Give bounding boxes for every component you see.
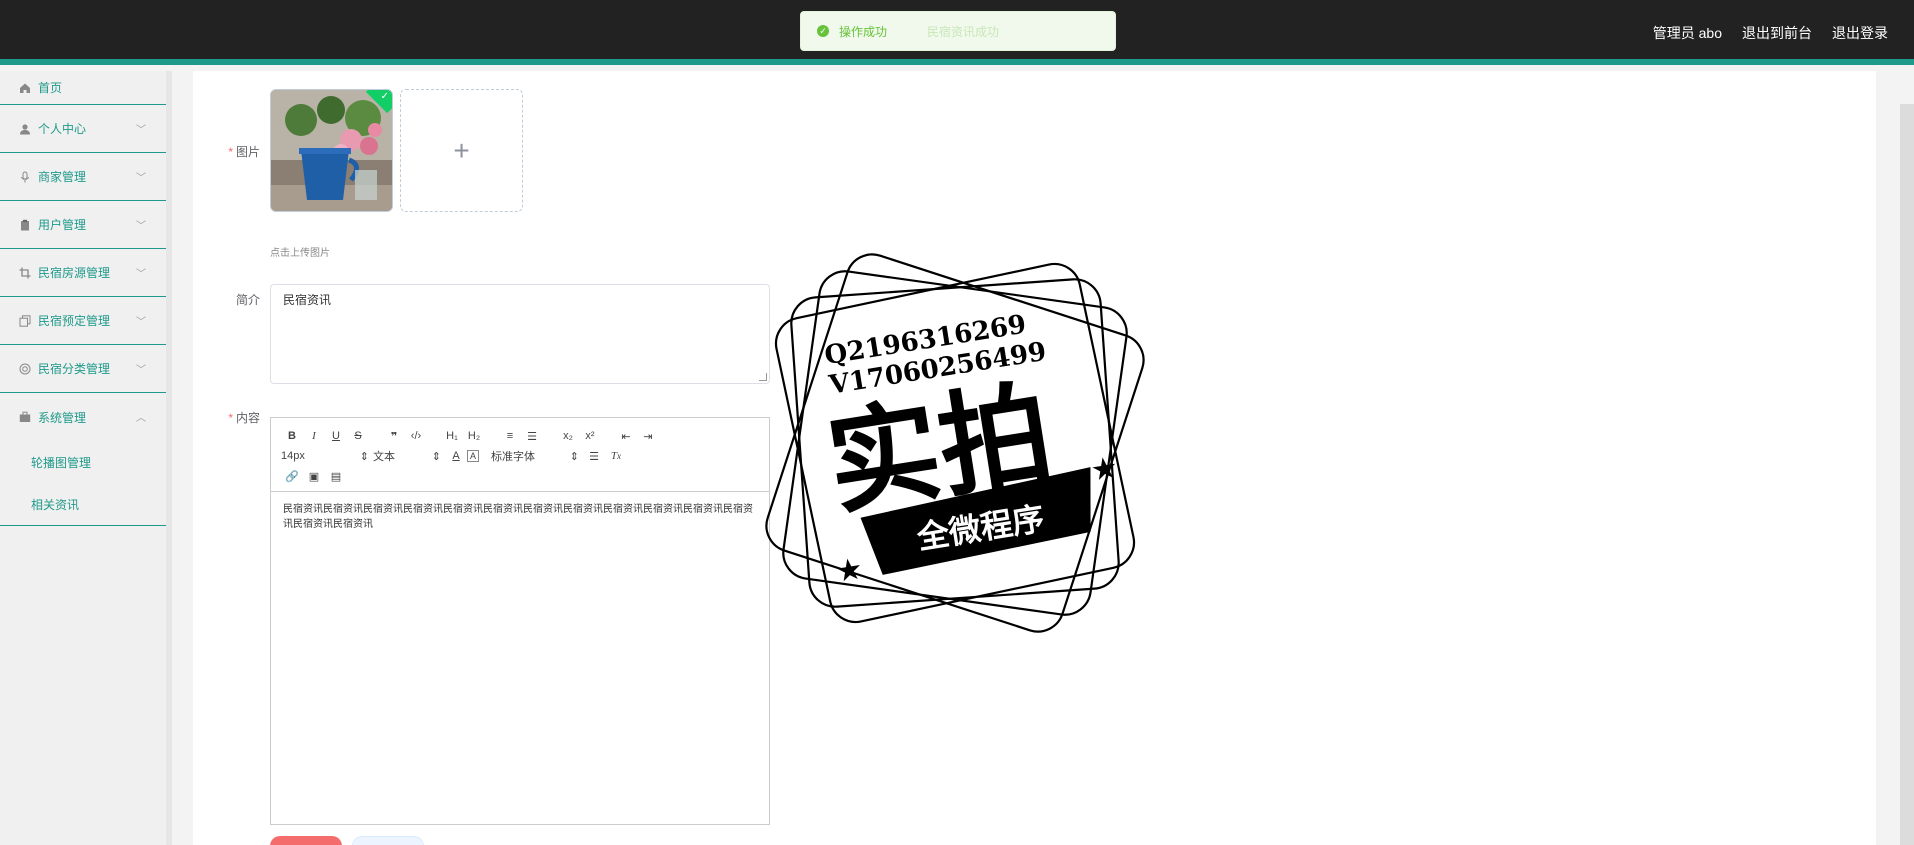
bold-icon[interactable]: B	[281, 427, 303, 445]
user-icon	[18, 122, 32, 136]
cancel-button[interactable]	[352, 836, 424, 845]
submit-button[interactable]	[270, 836, 342, 845]
logout-link[interactable]: 退出登录	[1832, 23, 1888, 43]
align-icon[interactable]: ☰	[583, 447, 605, 465]
sidebar-item-label: 民宿分类管理	[38, 362, 111, 376]
star-icon: ★	[1089, 451, 1121, 488]
heading1-icon[interactable]: H₁	[441, 427, 463, 445]
intro-value: 民宿资讯	[283, 293, 332, 307]
check-icon: ✓	[380, 91, 389, 102]
chevron-down-icon: ﹀	[136, 317, 146, 328]
underline-icon[interactable]: U	[325, 427, 347, 445]
toast-message: 操作成功	[839, 24, 888, 39]
sidebar-item-personal-center[interactable]: 个人中心 ﹀	[0, 105, 166, 153]
chevron-down-icon: ﹀	[136, 269, 146, 280]
admin-user-label[interactable]: 管理员 abo	[1653, 23, 1722, 43]
sidebar-item-home[interactable]: 首页	[0, 71, 166, 105]
outdent-icon[interactable]: ⇤	[615, 427, 637, 445]
chevron-down-icon: ﹀	[136, 173, 146, 184]
rich-text-editor: B I U S ❞ ‹/› H₁ H₂ ≡ ☰ x₂ x² ⇤ ⇥ 14px ⇕	[270, 417, 770, 825]
font-color-icon[interactable]: A	[445, 447, 467, 465]
home-icon	[18, 81, 32, 95]
sidebar-item-merchant[interactable]: 商家管理 ﹀	[0, 153, 166, 201]
ordered-list-icon[interactable]: ≡	[499, 427, 521, 445]
sidebar-item-label: 商家管理	[38, 170, 87, 184]
code-block-icon[interactable]: ‹/›	[405, 427, 427, 445]
copy-icon	[18, 314, 32, 328]
superscript-icon[interactable]: x²	[579, 427, 601, 445]
toast-faded-text: 民宿资讯成功	[927, 24, 1000, 39]
chevron-down-icon: ﹀	[136, 365, 146, 376]
content-label: * 内容	[228, 411, 260, 425]
upload-hint: 点击上传图片	[270, 248, 330, 259]
plus-icon: +	[453, 134, 470, 166]
video-icon[interactable]: ▤	[325, 467, 347, 485]
image-label: * 图片	[228, 145, 260, 159]
success-toast: ✓ 操作成功 民宿资讯成功	[800, 11, 1116, 51]
heading2-icon[interactable]: H₂	[463, 427, 485, 445]
submenu-item-news[interactable]: 相关资讯	[0, 483, 166, 525]
sidebar-item-system[interactable]: 系统管理 ︿	[0, 393, 166, 441]
circle-icon	[18, 362, 32, 376]
sidebar-item-users[interactable]: 用户管理 ﹀	[0, 201, 166, 249]
text-type-select[interactable]: 文本 ⇕	[373, 447, 445, 465]
select-arrows-icon: ⇕	[431, 450, 441, 463]
link-icon[interactable]: 🔗	[281, 467, 303, 485]
check-circle-icon: ✓	[817, 25, 829, 37]
sidebar: 首页 个人中心 ﹀ 商家管理 ﹀ 用户管理 ﹀ 民宿房源管理 ﹀ 民宿预定管理 …	[0, 71, 166, 845]
sidebar-item-label: 系统管理	[38, 410, 87, 425]
strikethrough-icon[interactable]: S	[347, 427, 369, 445]
flower-photo	[271, 90, 392, 211]
sidebar-item-label: 民宿房源管理	[38, 266, 111, 280]
chevron-down-icon: ﹀	[136, 125, 146, 136]
sidebar-item-label: 个人中心	[38, 122, 87, 136]
sidebar-item-booking[interactable]: 民宿预定管理 ﹀	[0, 297, 166, 345]
intro-label: 简介	[235, 293, 260, 307]
bullet-list-icon[interactable]: ☰	[521, 427, 543, 445]
blockquote-icon[interactable]: ❞	[383, 427, 405, 445]
clear-format-icon[interactable]: Tx	[605, 447, 627, 465]
sidebar-item-label: 用户管理	[38, 218, 87, 232]
add-image-button[interactable]: +	[400, 89, 523, 212]
page-scrollbar[interactable]	[1900, 104, 1914, 845]
crop-icon	[18, 266, 32, 280]
select-arrows-icon: ⇕	[359, 450, 369, 463]
select-arrows-icon: ⇕	[569, 450, 579, 463]
sidebar-item-category[interactable]: 民宿分类管理 ﹀	[0, 345, 166, 393]
clipboard-icon	[18, 218, 32, 232]
header-links: 管理员 abo 退出到前台 退出登录	[1653, 23, 1888, 43]
star-icon: ★	[833, 552, 865, 589]
subscript-icon[interactable]: x₂	[557, 427, 579, 445]
mic-icon	[18, 170, 32, 184]
sidebar-item-label: 首页	[38, 81, 63, 95]
uploaded-image-thumbnail[interactable]: ✓	[270, 89, 393, 212]
chevron-down-icon: ﹀	[136, 221, 146, 232]
sidebar-divider	[166, 71, 172, 845]
font-size-select[interactable]: 14px ⇕	[281, 447, 373, 465]
image-icon[interactable]: ▣	[303, 467, 325, 485]
editor-content[interactable]: 民宿资讯民宿资讯民宿资讯民宿资讯民宿资讯民宿资讯民宿资讯民宿资讯民宿资讯民宿资讯…	[271, 492, 769, 542]
background-color-icon[interactable]: A	[467, 450, 479, 462]
chevron-up-icon: ︿	[136, 413, 146, 424]
system-submenu: 轮播图管理 相关资讯	[0, 441, 166, 526]
font-family-select[interactable]: 标准字体 ⇕	[491, 447, 583, 465]
watermark-stamp: Q2196316269 V17060256499 实拍 全微程序 ★ ★	[765, 253, 1145, 633]
submenu-item-carousel[interactable]: 轮播图管理	[0, 441, 166, 483]
editor-toolbar: B I U S ❞ ‹/› H₁ H₂ ≡ ☰ x₂ x² ⇤ ⇥ 14px ⇕	[271, 418, 769, 492]
back-to-front-link[interactable]: 退出到前台	[1742, 23, 1812, 43]
briefcase-icon	[18, 410, 32, 424]
italic-icon[interactable]: I	[303, 427, 325, 445]
intro-textarea[interactable]: 民宿资讯	[270, 284, 770, 384]
sidebar-item-label: 民宿预定管理	[38, 314, 111, 328]
indent-icon[interactable]: ⇥	[637, 427, 659, 445]
sidebar-item-listings[interactable]: 民宿房源管理 ﹀	[0, 249, 166, 297]
